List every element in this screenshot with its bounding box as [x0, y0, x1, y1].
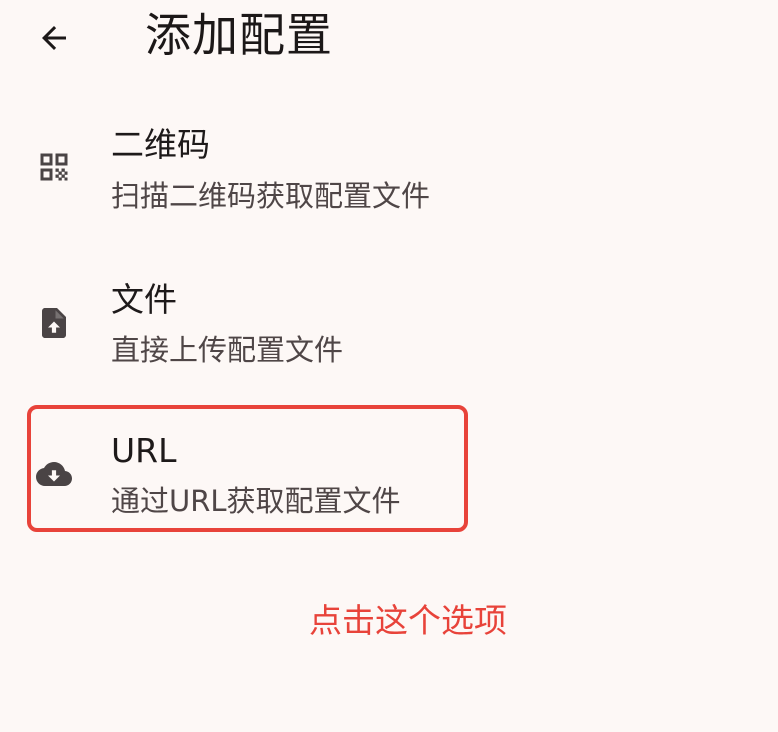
arrow-back-icon	[42, 26, 66, 50]
back-button[interactable]	[30, 14, 78, 62]
page-title: 添加配置	[145, 8, 333, 62]
option-file[interactable]: 文件 直接上传配置文件	[0, 268, 778, 418]
option-qr-code[interactable]: 二维码 扫描二维码获取配置文件	[0, 112, 778, 262]
hint-text: 点击这个选项	[309, 601, 507, 640]
option-title: 二维码	[111, 125, 210, 164]
option-subtitle: 直接上传配置文件	[111, 333, 344, 367]
file-upload-icon	[30, 299, 78, 347]
qr-code-icon	[30, 143, 78, 191]
option-title: 文件	[111, 280, 177, 319]
app-bar: 添加配置	[0, 0, 778, 78]
highlight-box	[27, 405, 468, 532]
option-subtitle: 扫描二维码获取配置文件	[111, 179, 431, 213]
